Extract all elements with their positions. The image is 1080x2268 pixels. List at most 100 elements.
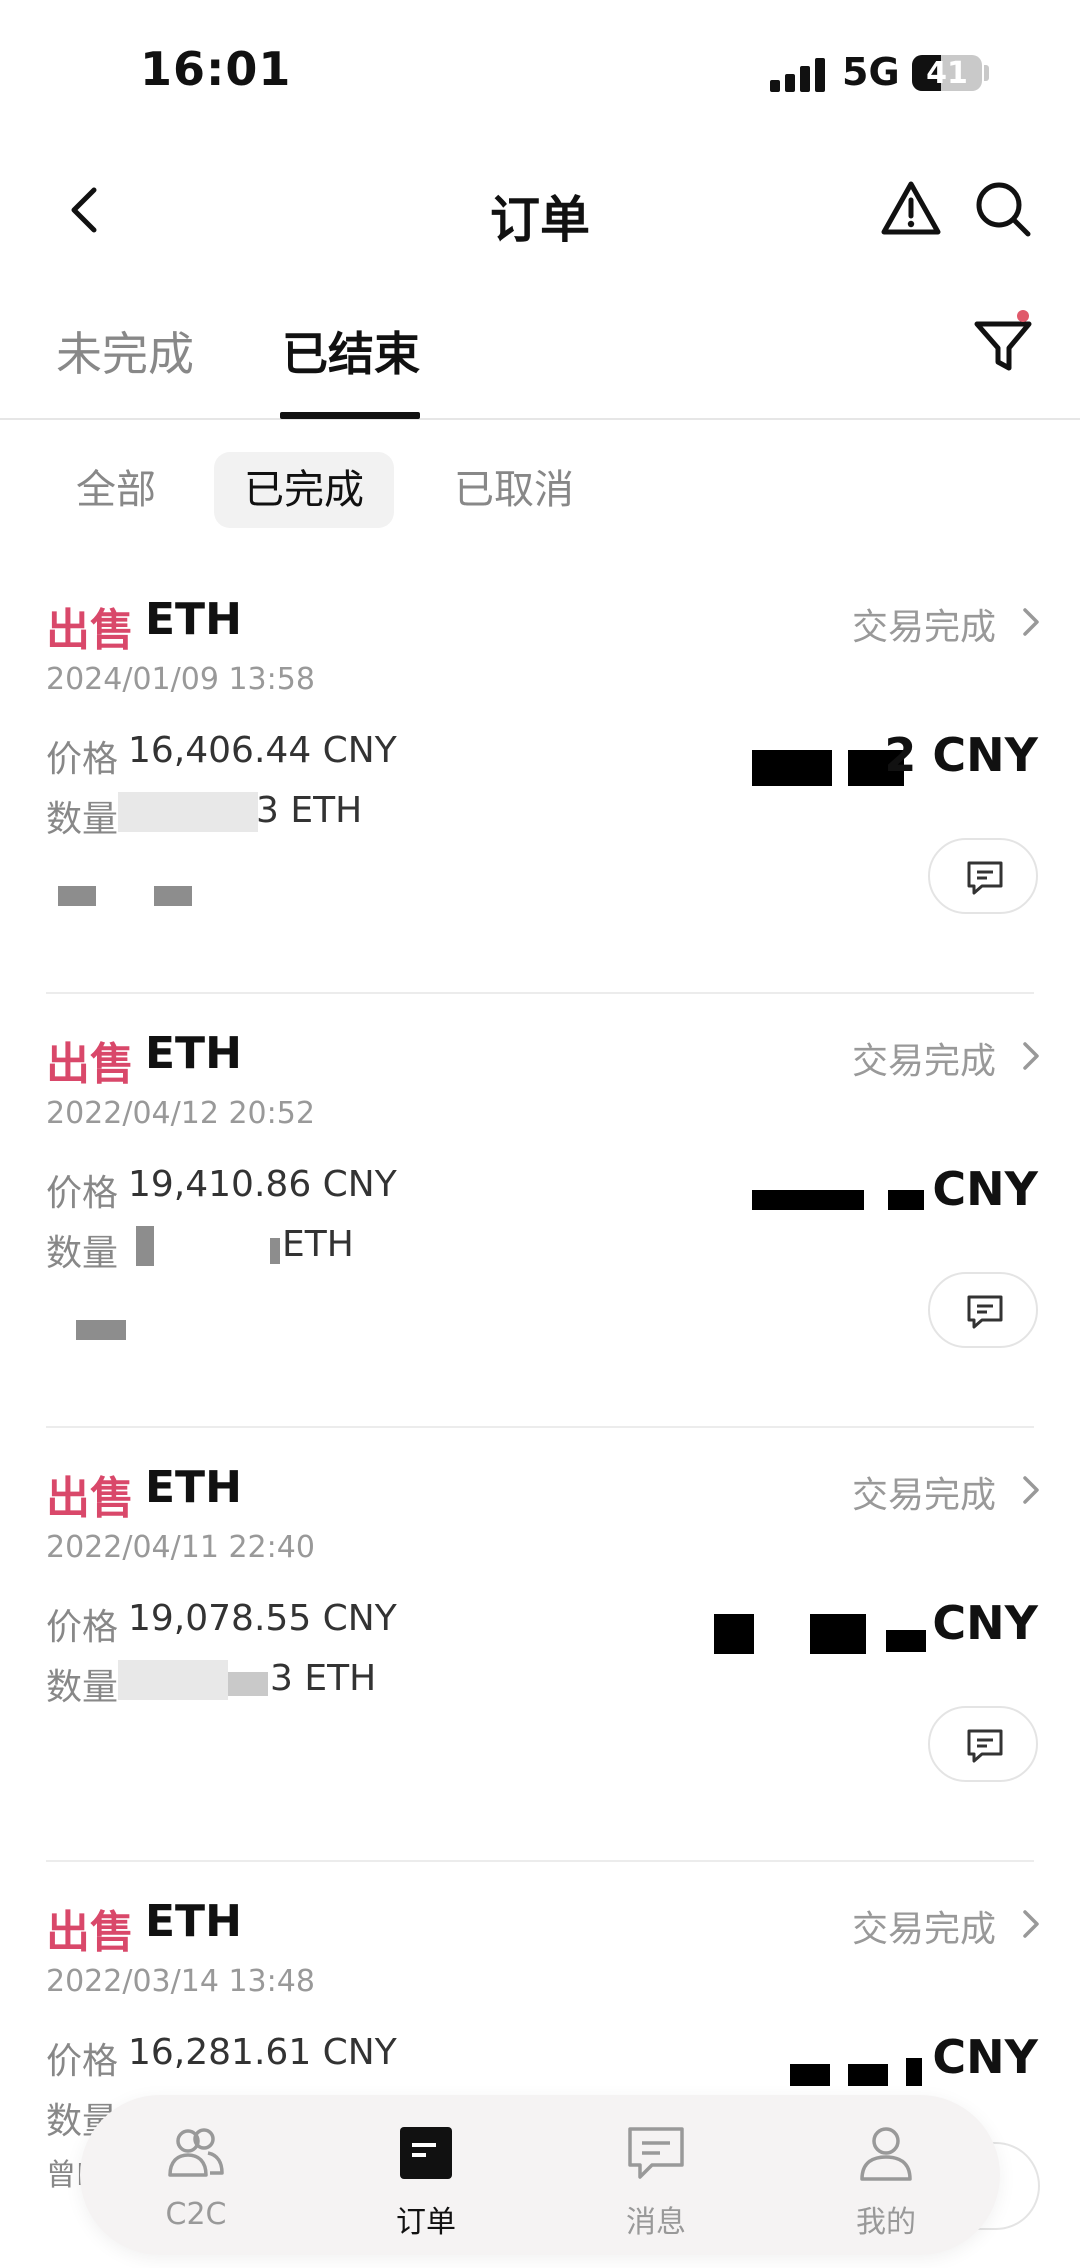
orders-icon (400, 2127, 452, 2179)
chat-button[interactable] (928, 1272, 1038, 1348)
main-tabs: 未完成 已结束 (0, 290, 1080, 420)
order-amount: CNY (932, 1596, 1038, 1650)
active-tab-indicator (280, 412, 420, 419)
order-price: 16,281.61 CNY (128, 2032, 397, 2073)
order-quantity: ETH (282, 1224, 354, 1265)
redacted-quantity (270, 1238, 280, 1264)
order-asset: ETH (145, 594, 242, 645)
redacted-quantity (118, 792, 258, 832)
redacted-quantity (228, 1672, 268, 1696)
nav-label: 订单 (396, 2205, 456, 2240)
subtab-completed[interactable]: 已完成 (214, 452, 394, 528)
redacted-amount (848, 2064, 888, 2086)
price-label: 价格 (46, 1607, 119, 1648)
order-amount: CNY (932, 2030, 1038, 2084)
chevron-right-icon[interactable] (1020, 1040, 1042, 1072)
redacted-note (154, 886, 192, 906)
filter-button[interactable] (970, 312, 1036, 378)
price-label: 价格 (46, 2041, 119, 2082)
order-asset: ETH (145, 1896, 242, 1947)
status-time: 16:01 (140, 42, 292, 96)
redacted-amount (790, 2064, 830, 2086)
nav-messages[interactable]: 消息 (576, 2095, 736, 2255)
redacted-note (76, 1320, 126, 1340)
chat-button[interactable] (928, 838, 1038, 914)
redacted-amount (886, 1630, 926, 1652)
chat-button[interactable] (928, 1706, 1038, 1782)
order-status[interactable]: 交易完成 (852, 1900, 996, 1952)
search-icon (976, 182, 1031, 237)
order-date: 2024/01/09 13:58 (46, 662, 315, 697)
network-type: 5G (842, 50, 900, 94)
redacted-amount (810, 1614, 866, 1654)
order-status[interactable]: 交易完成 (852, 598, 996, 650)
bottom-nav: C2C 订单 消息 我的 (80, 2095, 1000, 2255)
message-icon (967, 1729, 1003, 1763)
nav-label: 消息 (626, 2205, 686, 2240)
message-icon (628, 2127, 684, 2179)
redacted-amount (906, 2058, 922, 2086)
order-status[interactable]: 交易完成 (852, 1466, 996, 1518)
order-status[interactable]: 交易完成 (852, 1032, 996, 1084)
nav-profile[interactable]: 我的 (806, 2095, 966, 2255)
order-asset: ETH (145, 1028, 242, 1079)
redacted-amount (714, 1614, 754, 1654)
order-price: 19,410.86 CNY (128, 1164, 397, 1205)
order-side: 出售 (46, 1473, 134, 1524)
filter-icon (974, 321, 1032, 371)
warning-icon (881, 181, 941, 235)
tab-unfinished[interactable]: 未完成 (56, 318, 194, 384)
message-icon (967, 1295, 1003, 1329)
order-side: 出售 (46, 605, 134, 656)
chevron-right-icon[interactable] (1020, 606, 1042, 638)
users-icon (168, 2128, 224, 2177)
order-card[interactable]: 出售 ETH 交易完成 2022/04/11 22:40 价格 19,078.5… (0, 1428, 1080, 1862)
order-card[interactable]: 出售 ETH 交易完成 2022/04/12 20:52 价格 19,410.8… (0, 994, 1080, 1428)
order-side: 出售 (46, 1907, 134, 1958)
order-quantity: 3 ETH (270, 1658, 377, 1699)
order-date: 2022/03/14 13:48 (46, 1964, 315, 1999)
redacted-note (58, 886, 96, 906)
nav-label: C2C (165, 2197, 227, 2232)
quantity-label: 数量 (46, 1667, 119, 1708)
order-date: 2022/04/12 20:52 (46, 1096, 315, 1131)
redacted-amount (888, 1190, 924, 1210)
profile-icon (860, 2127, 912, 2181)
nav-orders[interactable]: 订单 (346, 2095, 506, 2255)
redacted-amount (752, 1190, 864, 1210)
search-button[interactable] (972, 178, 1034, 240)
report-button[interactable] (880, 178, 942, 240)
chevron-right-icon[interactable] (1020, 1908, 1042, 1940)
battery-level: 41 (926, 56, 968, 91)
tab-finished[interactable]: 已结束 (282, 318, 420, 384)
quantity-label: 数量 (46, 799, 119, 840)
order-card[interactable]: 出售 ETH 交易完成 2024/01/09 13:58 价格 16,406.4… (0, 560, 1080, 994)
header: 订单 (0, 150, 1080, 275)
message-icon (967, 861, 1003, 895)
order-amount: 2 CNY (884, 728, 1038, 782)
subtab-all[interactable]: 全部 (46, 452, 186, 528)
redacted-quantity (118, 1660, 228, 1700)
order-amount: CNY (932, 1162, 1038, 1216)
filter-badge-dot (1017, 310, 1029, 322)
battery-cap (984, 65, 989, 81)
redacted-quantity (136, 1226, 154, 1266)
order-price: 19,078.55 CNY (128, 1598, 397, 1639)
price-label: 价格 (46, 739, 119, 780)
order-date: 2022/04/11 22:40 (46, 1530, 315, 1565)
nav-c2c[interactable]: C2C (116, 2095, 276, 2255)
sub-tabs: 全部 已完成 已取消 (0, 450, 1080, 530)
nav-label: 我的 (856, 2205, 916, 2240)
redacted-amount (752, 750, 832, 786)
battery-icon: 41 (912, 55, 982, 91)
subtab-cancelled[interactable]: 已取消 (424, 452, 604, 528)
chevron-right-icon[interactable] (1020, 1474, 1042, 1506)
order-quantity: 3 ETH (256, 790, 363, 831)
status-bar: 16:01 5G 41 (0, 0, 1080, 150)
order-price: 16,406.44 CNY (128, 730, 397, 771)
order-side: 出售 (46, 1039, 134, 1090)
order-asset: ETH (145, 1462, 242, 1513)
signal-icon (770, 58, 826, 92)
price-label: 价格 (46, 1173, 119, 1214)
quantity-label: 数量 (46, 1233, 119, 1274)
